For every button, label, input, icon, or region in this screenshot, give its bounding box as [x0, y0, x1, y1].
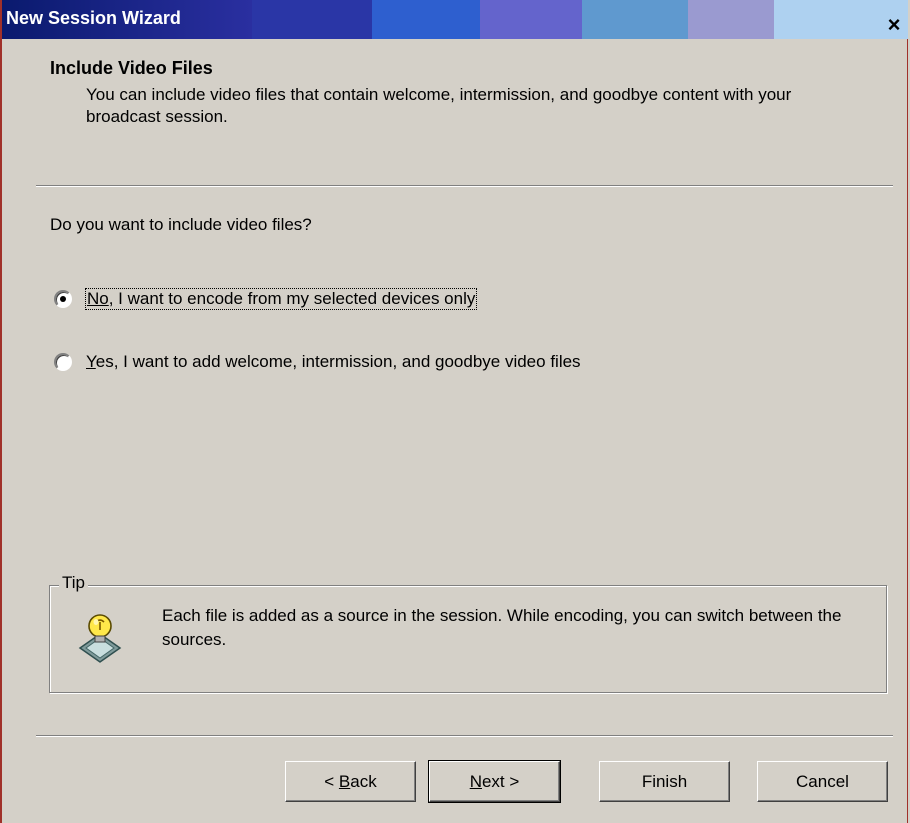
title-bar-segment: [252, 0, 372, 39]
next-button[interactable]: Next >: [428, 760, 561, 803]
accelerator-key: B: [338, 771, 351, 791]
back-label: ack: [350, 771, 377, 791]
option-yes-add-videos[interactable]: Yes, I want to add welcome, intermission…: [54, 352, 581, 372]
wizard-window: New Session Wizard × Include Video Files…: [0, 0, 908, 823]
back-button[interactable]: < Back: [285, 761, 416, 802]
accelerator-key: N: [469, 771, 482, 791]
accelerator-key: No: [87, 289, 109, 308]
next-label: ext >: [481, 771, 520, 791]
page-title: Include Video Files: [50, 58, 213, 78]
page-description: You can include video files that contain…: [86, 85, 792, 126]
back-prefix: <: [324, 771, 339, 791]
cancel-label: Cancel: [796, 771, 849, 791]
option-yes-label[interactable]: Yes, I want to add welcome, intermission…: [86, 352, 581, 372]
radio-button-unchecked[interactable]: [54, 353, 72, 371]
footer-divider: [36, 735, 893, 737]
radio-button-checked[interactable]: [54, 290, 72, 308]
title-bar: New Session Wizard ×: [2, 0, 908, 39]
window-title: New Session Wizard: [6, 8, 181, 28]
title-bar-segment: [688, 0, 774, 39]
header-divider: [36, 185, 893, 187]
lightbulb-tip-icon: [78, 614, 122, 663]
tip-text: Each file is added as a source in the se…: [162, 606, 842, 649]
title-bar-segment: [372, 0, 480, 39]
question-label: Do you want to include video files?: [50, 215, 312, 234]
finish-button[interactable]: Finish: [599, 761, 730, 802]
close-button[interactable]: ×: [882, 14, 906, 36]
option-no-encode-devices[interactable]: No, I want to encode from my selected de…: [54, 288, 478, 310]
option-text: , I want to encode from my selected devi…: [108, 289, 476, 308]
title-bar-segment: [480, 0, 582, 39]
finish-label: Finish: [641, 771, 688, 791]
option-no-label[interactable]: No, I want to encode from my selected de…: [84, 288, 478, 310]
close-icon: ×: [887, 12, 901, 37]
tip-legend: Tip: [59, 573, 88, 593]
cancel-button[interactable]: Cancel: [757, 761, 888, 802]
title-bar-segment: [582, 0, 688, 39]
option-text: es, I want to add welcome, intermission,…: [95, 352, 581, 371]
accelerator-key: Y: [86, 352, 96, 371]
